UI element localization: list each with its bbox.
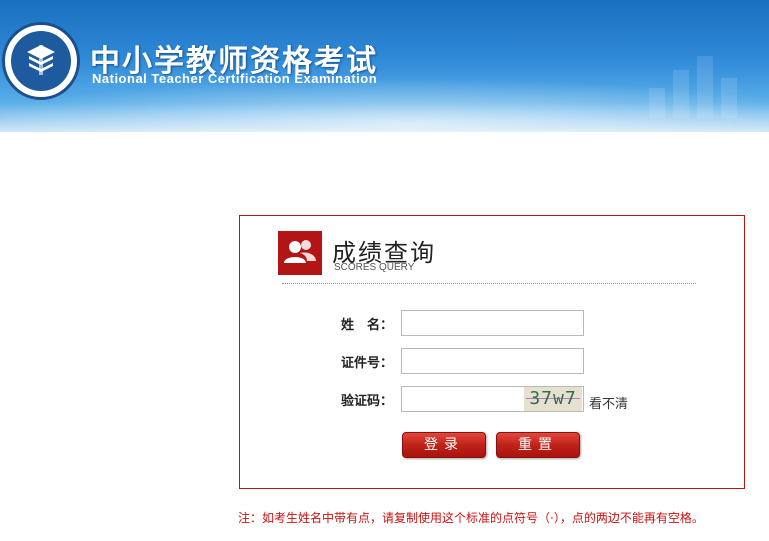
captcha-row: 验证码： 37w7 看不清 xyxy=(240,386,746,412)
refresh-captcha-link[interactable]: 看不清 xyxy=(589,393,628,412)
captcha-label: 验证码： xyxy=(340,394,393,409)
captcha-image[interactable]: 37w7 xyxy=(524,387,582,411)
id-row: 证件号： xyxy=(240,348,746,374)
login-button[interactable]: 登录 xyxy=(402,432,486,458)
notice-text: 注：如考生姓名中带有点，请复制使用这个标准的点符号（·），点的两边不能再有空格。 xyxy=(238,511,704,525)
reset-button[interactable]: 重置 xyxy=(496,432,580,458)
id-label: 证件号： xyxy=(340,356,393,371)
site-title-en: National Teacher Certification Examinati… xyxy=(92,71,378,86)
banner-bars-decoration xyxy=(639,48,759,118)
panel-subtitle: SCORES QUERY xyxy=(334,262,415,273)
id-number-input[interactable] xyxy=(401,348,584,374)
name-label: 姓 名： xyxy=(340,318,393,333)
name-input[interactable] xyxy=(401,310,584,336)
score-query-panel: 成绩查询 SCORES QUERY 姓 名： 证件号： 验证码： 37w7 看不… xyxy=(239,215,745,489)
users-icon xyxy=(278,231,322,275)
name-row: 姓 名： xyxy=(240,310,746,336)
header-banner: 中小学教师资格考试 National Teacher Certification… xyxy=(0,0,769,132)
panel-divider xyxy=(282,283,696,284)
exam-logo xyxy=(2,22,80,100)
book-icon xyxy=(25,43,57,77)
